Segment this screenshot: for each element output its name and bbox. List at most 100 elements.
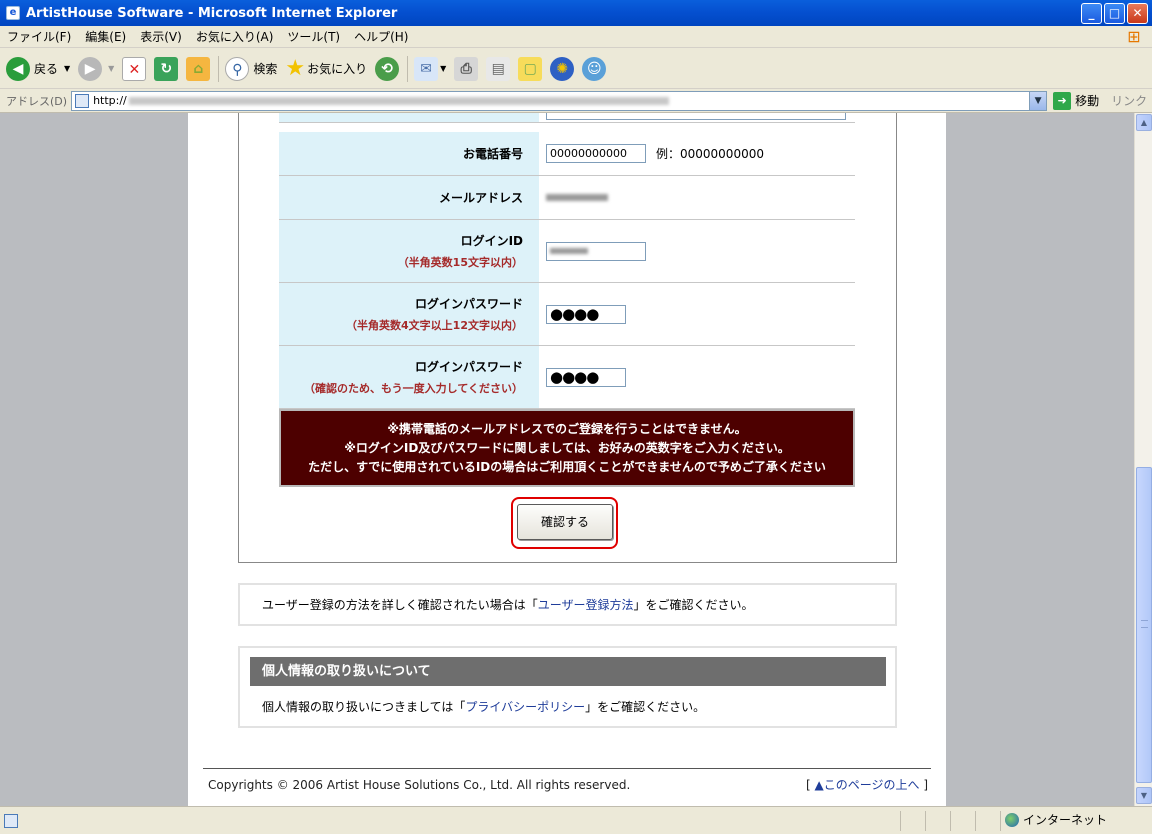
menu-edit[interactable]: 編集(E)	[78, 28, 133, 45]
phone-input[interactable]: 00000000000	[546, 144, 646, 163]
toolbar: ◀ 戻る ▼ ▶ ▼ ✕ ↻ ⌂ ⚲ 検索 ★ お気に入り ⟲ ✉ ▼ ⎙ ▤ …	[0, 49, 1152, 89]
stop-icon: ✕	[122, 56, 147, 81]
close-button[interactable]: ✕	[1127, 2, 1148, 24]
back-label: 戻る	[34, 62, 59, 76]
email-label: メールアドレス	[279, 176, 539, 219]
notice-line: ただし、すでに使用されているIDの場合はご利用頂くことができませんので予めご了承…	[308, 459, 826, 474]
stop-button[interactable]: ✕	[122, 56, 147, 81]
refresh-button[interactable]: ↻	[154, 56, 179, 81]
form-row-password-confirm: ログインパスワード （確認のため、もう一度入力してください） ●●●●	[279, 346, 855, 409]
scroll-grip	[1141, 620, 1148, 628]
scroll-up-button[interactable]: ▲	[1136, 114, 1152, 131]
phone-cell: 00000000000 例：00000000000	[539, 132, 855, 175]
address-label: アドレス(D)	[6, 94, 68, 108]
back-button[interactable]: ◀ 戻る ▼	[6, 56, 70, 81]
menu-view[interactable]: 表示(V)	[133, 28, 189, 45]
page-icon	[75, 93, 90, 108]
scroll-down-button[interactable]: ▼	[1136, 787, 1152, 804]
mail-button[interactable]: ✉ ▼	[414, 56, 447, 81]
security-zone: インターネット	[1005, 811, 1107, 828]
history-button[interactable]: ⟲	[375, 56, 400, 81]
address-field[interactable]	[546, 113, 846, 120]
messenger-icon: ☺	[582, 56, 607, 81]
phone-example: 例：00000000000	[656, 147, 764, 161]
back-arrow-icon: ◀	[6, 56, 30, 81]
messenger-button[interactable]: ☺	[582, 56, 607, 81]
menu-help[interactable]: ヘルプ(H)	[347, 28, 415, 45]
research-button[interactable]: ✺	[550, 56, 575, 81]
password-note: （半角英数4文字以上12文字以内）	[346, 319, 523, 332]
login-id-input[interactable]	[546, 241, 646, 261]
maximize-button[interactable]: □	[1104, 2, 1125, 24]
password-confirm-note: （確認のため、もう一度入力してください）	[303, 382, 523, 395]
discuss-button[interactable]: ▢	[518, 56, 543, 81]
search-button[interactable]: ⚲ 検索	[225, 56, 278, 81]
page-top-link-wrap: [ ▲このページの上へ ]	[806, 776, 928, 793]
print-button[interactable]: ⎙	[454, 56, 479, 81]
refresh-icon: ↻	[154, 56, 179, 81]
zone-label: インターネット	[1023, 813, 1108, 827]
registration-notice: ※携帯電話のメールアドレスでのご登録を行うことはできません。 ※ログインID及び…	[279, 409, 855, 487]
go-button[interactable]: ➜ 移動	[1053, 91, 1100, 110]
address-url-redacted	[128, 96, 669, 105]
menu-favorites[interactable]: お気に入り(A)	[189, 28, 281, 45]
menu-tools[interactable]: ツール(T)	[280, 28, 347, 45]
help-text-after: 」をご確認ください。	[633, 598, 754, 612]
links-button[interactable]: リンク	[1111, 92, 1147, 109]
ie-icon: e	[6, 6, 20, 20]
login-id-value-redacted	[550, 248, 588, 254]
history-icon: ⟲	[375, 56, 400, 81]
privacy-policy-link[interactable]: プライバシーポリシー	[465, 700, 585, 714]
status-bar: インターネット	[0, 806, 1152, 834]
page-icon	[4, 813, 18, 828]
address-input[interactable]: http:// ▼	[71, 90, 1048, 111]
footer-divider	[203, 768, 931, 769]
edit-icon: ▤	[486, 56, 511, 81]
login-id-label: ログインID （半角英数15文字以内）	[279, 220, 539, 282]
password-confirm-label: ログインパスワード （確認のため、もう一度入力してください）	[279, 346, 539, 408]
home-button[interactable]: ⌂	[186, 56, 211, 81]
forward-arrow-icon: ▶	[78, 56, 103, 81]
favorites-button[interactable]: ★ お気に入り	[285, 56, 367, 81]
bracket-open: [	[806, 778, 815, 792]
vertical-scrollbar[interactable]: ▲ ▼	[1134, 113, 1152, 806]
privacy-box: 個人情報の取り扱いについて 個人情報の取り扱いにつきましては「プライバシーポリシ…	[238, 646, 897, 728]
go-label: 移動	[1075, 94, 1100, 108]
registration-guide-link[interactable]: ユーザー登録方法	[538, 596, 634, 613]
notice-line: ※ログインID及びパスワードに関しましては、お好みの英数字をご入力ください。	[344, 440, 790, 455]
search-label: 検索	[253, 62, 278, 76]
privacy-text: 個人情報の取り扱いにつきましては「プライバシーポリシー」をご確認ください。	[262, 698, 705, 715]
confirm-button[interactable]: 確認する	[517, 504, 613, 540]
note-icon: ▢	[518, 56, 543, 81]
page-top-link[interactable]: ▲このページの上へ	[815, 778, 920, 792]
scroll-thumb[interactable]	[1136, 467, 1152, 783]
status-cell	[900, 811, 901, 831]
menu-bar: ファイル(F) 編集(E) 表示(V) お気に入り(A) ツール(T) ヘルプ(…	[0, 26, 1152, 48]
star-icon: ★	[285, 56, 306, 81]
page-content: お電話番号 00000000000 例：00000000000 メールアドレス …	[188, 113, 946, 806]
address-field-cell	[539, 113, 855, 122]
mail-icon: ✉	[414, 56, 439, 81]
go-arrow-icon: ➜	[1053, 91, 1072, 110]
home-icon: ⌂	[186, 56, 211, 81]
bracket-close: ]	[919, 778, 928, 792]
forward-button[interactable]: ▶ ▼	[78, 56, 115, 81]
chevron-down-icon: ▼	[440, 64, 447, 73]
copyright: Copyrights © 2006 Artist House Solutions…	[208, 778, 631, 792]
password-confirm-input[interactable]: ●●●●	[546, 367, 626, 387]
form-row-phone: お電話番号 00000000000 例：00000000000	[279, 132, 855, 176]
chevron-down-icon: ▼	[108, 64, 115, 73]
minimize-button[interactable]: _	[1081, 2, 1102, 24]
browser-window: e ArtistHouse Software - Microsoft Inter…	[0, 0, 1152, 834]
window-title: ArtistHouse Software - Microsoft Interne…	[26, 5, 398, 21]
confirm-button-highlight: 確認する	[511, 497, 618, 549]
edit-button[interactable]: ▤	[486, 56, 511, 81]
privacy-text-before: 個人情報の取り扱いにつきましては「	[262, 700, 466, 714]
title-bar: e ArtistHouse Software - Microsoft Inter…	[0, 0, 1152, 26]
toolbar-separator	[218, 55, 220, 82]
login-id-cell	[539, 220, 855, 282]
password-input[interactable]: ●●●●	[546, 304, 626, 324]
chevron-down-icon[interactable]: ▼	[1029, 91, 1047, 110]
windows-logo-icon: ⊞	[1127, 27, 1141, 46]
menu-file[interactable]: ファイル(F)	[0, 28, 78, 45]
